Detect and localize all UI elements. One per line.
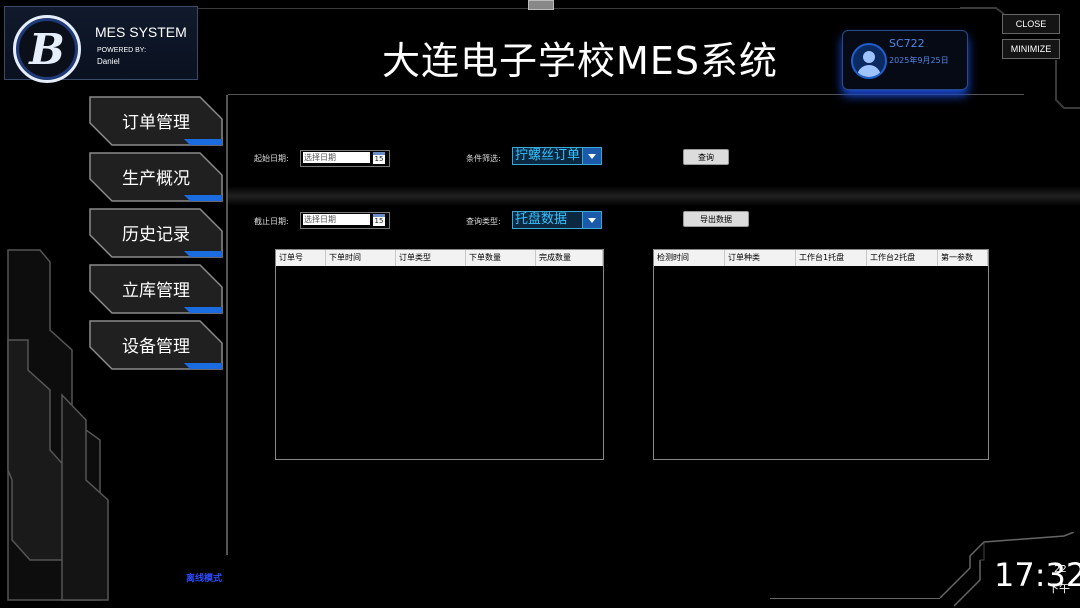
export-button[interactable]: 导出数据 — [683, 211, 749, 227]
start-date-picker[interactable]: 选择日期 15 — [300, 150, 390, 167]
query-button[interactable]: 查询 — [683, 149, 729, 165]
column-header[interactable]: 工作台1托盘 — [796, 250, 867, 266]
order-table-header: 订单号 下单时间 订单类型 下单数量 完成数量 — [276, 250, 603, 266]
logo-icon: B — [13, 15, 81, 83]
clock-seconds: 22 — [1054, 564, 1067, 575]
app-name: MES SYSTEM — [95, 24, 187, 40]
column-header[interactable]: 订单种类 — [725, 250, 796, 266]
end-date-picker[interactable]: 选择日期 15 — [300, 212, 390, 229]
query-type-select-value: 托盘数据 — [515, 212, 568, 227]
sidebar-item-production[interactable]: 生产概况 — [88, 152, 224, 202]
end-date-label: 截止日期: — [254, 217, 289, 226]
sidebar-item-label: 立库管理 — [122, 281, 190, 301]
user-panel: SC722 2025年9月25日 — [842, 30, 968, 90]
condition-label: 条件筛选: — [466, 154, 501, 163]
end-date-input[interactable]: 选择日期 — [303, 214, 370, 225]
sidebar-item-history[interactable]: 历史记录 — [88, 208, 224, 258]
page-title: 大连电子学校MES系统 — [382, 39, 778, 83]
bottom-frame-line — [770, 598, 940, 599]
detection-table[interactable]: 检测时间 订单种类 工作台1托盘 工作台2托盘 第一参数 — [653, 249, 989, 460]
column-header[interactable]: 订单类型 — [396, 250, 466, 266]
sidebar-item-equipment[interactable]: 设备管理 — [88, 320, 224, 370]
offline-mode-status: 离线模式 — [186, 574, 223, 584]
close-button[interactable]: CLOSE — [1002, 14, 1060, 34]
chevron-down-icon[interactable] — [582, 148, 601, 164]
chevron-down-icon[interactable] — [582, 212, 601, 228]
user-name: SC722 — [889, 37, 925, 50]
sidebar-separator — [226, 95, 228, 555]
query-type-label: 查询类型: — [466, 217, 501, 226]
sidebar-item-label: 生产概况 — [122, 169, 190, 189]
header-separator — [228, 94, 1024, 95]
sidebar-item-label: 历史记录 — [122, 225, 190, 245]
query-type-select[interactable]: 托盘数据 — [512, 211, 602, 229]
calendar-icon[interactable]: 15 — [373, 214, 385, 226]
logo-letter: B — [29, 24, 65, 74]
column-header[interactable]: 检测时间 — [654, 250, 725, 266]
filter-band — [228, 186, 1080, 206]
user-avatar-icon — [851, 43, 887, 79]
column-header[interactable]: 第一参数 — [938, 250, 988, 266]
author-name: Daniel — [97, 57, 120, 66]
column-header[interactable]: 下单时间 — [326, 250, 396, 266]
minimize-button[interactable]: MINIMIZE — [1002, 39, 1060, 59]
calendar-icon[interactable]: 15 — [373, 152, 385, 164]
clock-ampm: 下午 — [1048, 582, 1070, 595]
column-header[interactable]: 完成数量 — [536, 250, 603, 266]
sidebar-item-label: 订单管理 — [122, 113, 190, 133]
powered-by-label: POWERED BY: — [97, 47, 147, 54]
sidebar-item-orders[interactable]: 订单管理 — [88, 96, 224, 146]
logo-block: B MES SYSTEM POWERED BY: Daniel — [4, 6, 198, 83]
start-date-label: 起始日期: — [254, 154, 289, 163]
column-header[interactable]: 订单号 — [276, 250, 326, 266]
order-table[interactable]: 订单号 下单时间 订单类型 下单数量 完成数量 — [275, 249, 604, 460]
user-date: 2025年9月25日 — [889, 56, 949, 65]
detection-table-header: 检测时间 订单种类 工作台1托盘 工作台2托盘 第一参数 — [654, 250, 988, 266]
condition-select-value: 拧螺丝订单 — [515, 148, 581, 163]
sidebar-item-label: 设备管理 — [122, 337, 190, 357]
start-date-input[interactable]: 选择日期 — [303, 152, 370, 163]
drag-handle[interactable] — [528, 0, 554, 10]
condition-select[interactable]: 拧螺丝订单 — [512, 147, 602, 165]
sidebar-item-warehouse[interactable]: 立库管理 — [88, 264, 224, 314]
column-header[interactable]: 下单数量 — [466, 250, 536, 266]
column-header[interactable]: 工作台2托盘 — [867, 250, 938, 266]
